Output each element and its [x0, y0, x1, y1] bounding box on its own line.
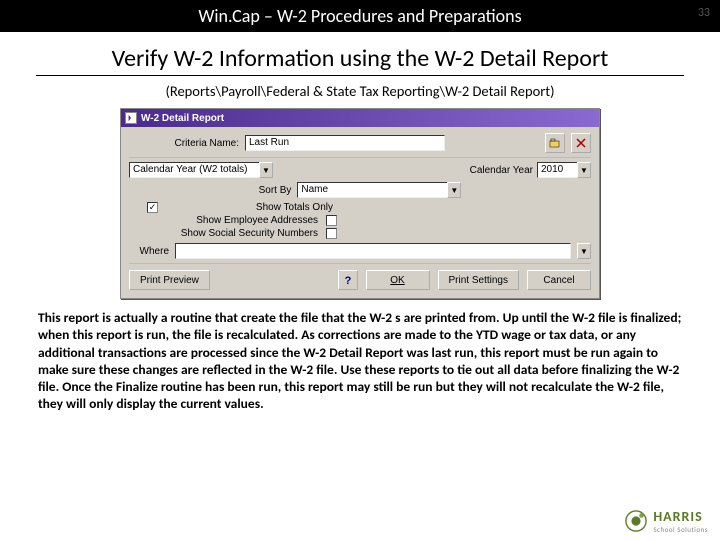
description-paragraph: This report is actually a routine that c… [36, 309, 684, 413]
checkbox-box [326, 215, 337, 226]
dialog-titlebar: W-2 Detail Report [121, 109, 599, 127]
chevron-down-icon[interactable]: ▼ [577, 243, 591, 259]
cal-year-combo[interactable]: 2010 ▼ [537, 162, 591, 178]
criteria-input[interactable]: Last Run [245, 135, 445, 151]
logo-line1: HARRIS [653, 508, 708, 525]
chevron-down-icon[interactable]: ▼ [577, 162, 591, 178]
sort-combo[interactable]: Name ▼ [297, 182, 461, 198]
print-settings-button[interactable]: Print Settings [438, 270, 519, 290]
logo-icon [625, 510, 647, 532]
checkbox-box: ✓ [147, 202, 158, 213]
help-icon[interactable]: ? [338, 270, 358, 290]
separator [129, 157, 591, 158]
separator [129, 263, 591, 264]
show-totals-checkbox[interactable]: ✓ Show Totals Only [147, 202, 337, 213]
header-bar: Win.Cap – W-2 Procedures and Preparation… [0, 0, 720, 32]
cancel-button[interactable]: Cancel [527, 270, 591, 290]
cal-year-label: Calendar Year [470, 165, 533, 176]
print-preview-button[interactable]: Print Preview [129, 270, 210, 290]
dialog-title-text: W-2 Detail Report [141, 113, 224, 124]
where-input[interactable] [175, 243, 571, 259]
chevron-down-icon[interactable]: ▼ [447, 182, 461, 198]
checkbox-box [326, 228, 337, 239]
criteria-label: Criteria Name: [129, 138, 239, 149]
harris-logo: HARRIS School Solutions [625, 508, 708, 534]
logo-line2: School Solutions [653, 525, 708, 534]
open-icon[interactable] [545, 133, 565, 153]
delete-icon[interactable] [571, 133, 591, 153]
where-label: Where [129, 246, 169, 257]
show-addresses-checkbox[interactable]: Show Employee Addresses [147, 215, 337, 226]
show-ssn-checkbox[interactable]: Show Social Security Numbers [147, 228, 337, 239]
dialog-icon [125, 112, 137, 124]
slide-heading: Verify W-2 Information using the W-2 Det… [36, 42, 684, 76]
nav-path: (Reports\Payroll\Federal & State Tax Rep… [36, 82, 684, 100]
layout-combo[interactable]: Calendar Year (W2 totals) ▼ [129, 162, 273, 178]
ok-button[interactable]: OK [366, 270, 430, 290]
w2-detail-dialog: W-2 Detail Report Criteria Name: Last Ru… [120, 108, 600, 299]
svg-text:?: ? [344, 275, 351, 286]
sort-label: Sort By [259, 185, 292, 196]
page-number: 33 [698, 6, 710, 20]
chevron-down-icon[interactable]: ▼ [259, 162, 273, 178]
header-title: Win.Cap – W-2 Procedures and Preparation… [198, 5, 521, 27]
